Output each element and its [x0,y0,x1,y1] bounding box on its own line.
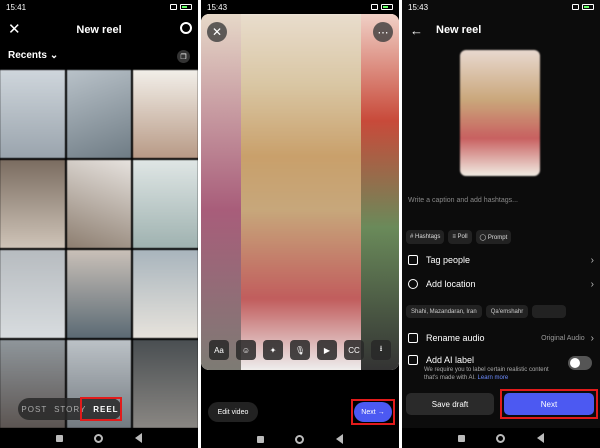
status-time: 15:41 [6,2,27,12]
system-nav [0,428,198,448]
prompt-chip[interactable]: ◯ Prompt [475,230,512,244]
recent-apps-icon[interactable] [457,434,465,442]
media-thumbnail[interactable] [133,160,198,248]
system-nav [402,428,600,448]
captions-icon[interactable]: CC [344,340,364,360]
media-thumbnail[interactable] [133,250,198,338]
location-chip[interactable]: Qa'emshahr [485,305,529,318]
ai-label-icon [408,355,418,365]
clip-icon[interactable]: ▶ [317,340,337,360]
home-icon[interactable] [496,433,506,443]
rename-audio-row[interactable]: Rename audio Original Audio › [408,330,594,346]
system-nav [201,430,399,448]
sticker-icon[interactable]: ☺ [236,340,256,360]
caption-chips: # Hashtags ≡ Poll ◯ Prompt [406,230,512,244]
original-audio-label: Original Audio [541,334,585,342]
save-draft-button[interactable]: Save draft [406,393,494,415]
location-suggestions: Shahi, Mazandaran, Iran Qa'emshahr [406,305,567,318]
ai-label-description: We require you to label certain realisti… [424,367,549,381]
header: ← New reel [402,18,600,42]
status-time: 15:43 [207,2,228,12]
highlight-box [500,389,598,419]
poll-chip[interactable]: ≡ Poll [448,230,472,244]
text-tool-icon[interactable]: Aa [209,340,229,360]
battery-icon [180,4,192,10]
recent-apps-icon[interactable] [256,435,264,443]
chevron-right-icon: › [590,332,594,344]
highlight-box [351,399,395,425]
media-grid [0,70,198,428]
video-preview[interactable]: ✕ ⋯ [201,14,399,370]
battery-icon [582,4,594,10]
home-icon[interactable] [94,433,104,443]
rename-audio-label: Rename audio [426,333,485,343]
page-title: New reel [76,24,122,36]
battery-icon [381,4,393,10]
tag-people-row[interactable]: Tag people › [408,252,594,268]
chevron-down-icon: ⌄ [49,50,59,61]
caption-input[interactable]: Write a caption and add hashtags... [408,197,518,204]
location-chip[interactable] [532,305,567,318]
media-thumbnail[interactable] [66,70,132,158]
media-thumbnail[interactable] [66,160,132,248]
recents-label: Recents [8,50,47,61]
multi-select-icon[interactable]: ❐ [177,50,190,63]
person-icon [408,255,418,265]
mic-icon[interactable]: 🎙 [290,340,310,360]
audio-icon [408,333,418,343]
mode-post[interactable]: POST [21,405,47,414]
tag-people-label: Tag people [426,255,471,265]
location-chip[interactable]: Shahi, Mazandaran, Iran [406,305,482,318]
effects-icon[interactable]: ✦ [263,340,283,360]
ai-label-toggle[interactable] [568,356,592,370]
settings-icon[interactable] [180,22,192,34]
back-arrow-icon[interactable]: ← [410,23,423,38]
chevron-right-icon: › [590,254,594,266]
home-icon[interactable] [295,434,305,444]
back-icon[interactable] [135,433,143,443]
status-bar: 15:41 [0,0,198,14]
back-icon[interactable] [537,433,545,443]
panel-share: 15:43 ← New reel Write a caption and add… [402,0,600,448]
preview-image [361,14,399,370]
panel-gallery: 15:41 ✕ New reel Recents ⌄ ❐ POST STORY … [0,0,198,448]
add-ai-label: Add AI label [426,355,475,365]
back-icon[interactable] [336,434,344,444]
learn-more-link[interactable]: Learn more [478,375,509,381]
status-bar: 15:43 [201,0,399,14]
media-thumbnail[interactable] [0,160,65,248]
edit-video-button[interactable]: Edit video [208,402,258,422]
panel-editor: 15:43 ✕ ⋯ Aa ☺ ✦ 🎙 ▶ CC ⭳ Edit video Nex… [201,0,399,448]
page-title: New reel [436,24,482,36]
media-thumbnail[interactable] [66,250,132,338]
close-icon[interactable]: ✕ [8,20,21,38]
media-thumbnail[interactable] [0,250,65,338]
header: ✕ New reel [0,18,198,42]
media-thumbnail[interactable] [133,70,198,158]
media-thumbnail[interactable] [0,70,65,158]
chevron-right-icon: › [590,278,594,290]
editor-toolbar: Aa ☺ ✦ 🎙 ▶ CC ⭳ [209,340,391,364]
hashtags-chip[interactable]: # Hashtags [406,230,445,244]
add-location-label: Add location [426,279,476,289]
add-location-row[interactable]: Add location › [408,276,594,292]
signal-icon [371,4,378,10]
download-icon[interactable]: ⭳ [371,340,391,360]
recent-apps-icon[interactable] [55,434,63,442]
signal-icon [170,4,177,10]
preview-image [201,14,241,370]
recents-dropdown[interactable]: Recents ⌄ [8,50,58,61]
location-pin-icon [408,279,418,289]
reel-thumbnail[interactable] [460,50,540,176]
close-icon[interactable]: ✕ [207,22,227,42]
status-time: 15:43 [408,2,429,12]
highlight-box [80,397,122,421]
more-options-icon[interactable]: ⋯ [373,22,393,42]
media-thumbnail[interactable] [133,340,198,428]
signal-icon [572,4,579,10]
status-bar: 15:43 [402,0,600,14]
